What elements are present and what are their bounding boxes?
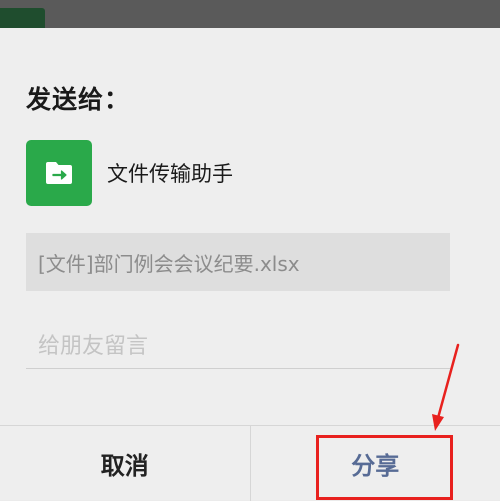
message-input[interactable]: [26, 325, 450, 369]
dialog-title: 发送给：: [26, 80, 130, 116]
recipient-name: 文件传输助手: [107, 158, 233, 188]
background-tab: [0, 8, 45, 28]
cancel-button[interactable]: 取消: [0, 426, 251, 501]
file-preview: [文件]部门例会会议纪要.xlsx: [26, 233, 450, 291]
recipient-avatar: [26, 140, 92, 206]
background-app: [0, 0, 500, 28]
share-button[interactable]: 分享: [251, 426, 500, 501]
folder-share-icon: [44, 160, 74, 186]
dialog-footer: 取消 分享: [0, 425, 500, 501]
recipient-row: 文件传输助手: [26, 140, 233, 206]
file-name: [文件]部门例会会议纪要.xlsx: [38, 248, 300, 277]
send-to-dialog: 发送给： 文件传输助手 [文件]部门例会会议纪要.xlsx 取消 分享: [0, 28, 500, 500]
